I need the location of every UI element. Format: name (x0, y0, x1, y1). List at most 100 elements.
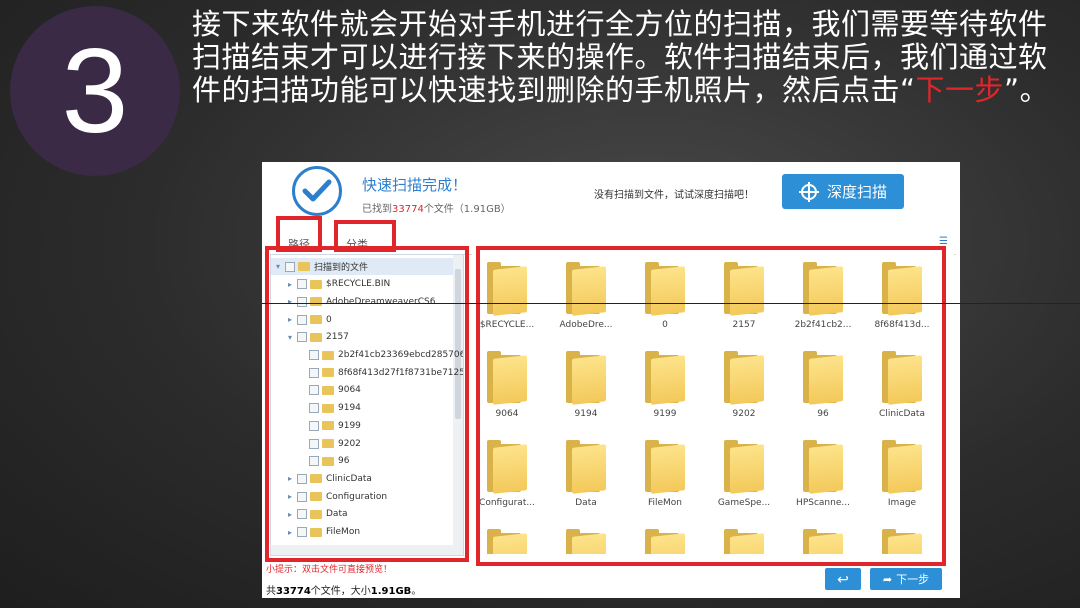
status-count: 33774 (392, 204, 424, 215)
tree-item-label: $RECYCLE.BIN (326, 279, 391, 290)
tree-checkbox[interactable] (309, 367, 319, 378)
scan-status-title: 快速扫描完成！ (362, 176, 468, 194)
tree-item[interactable]: ▾ 2157 (271, 329, 463, 346)
tree-item-label: 9202 (338, 438, 361, 449)
folder-item[interactable]: Image (867, 434, 937, 522)
tree-root-item[interactable]: ▾ 扫描到的文件 (271, 258, 453, 275)
folder-item[interactable] (630, 523, 700, 554)
folder-icon (803, 351, 843, 405)
folder-item[interactable]: 9202 (709, 345, 779, 433)
tree-item-label: AdobeDreamweaverCS6 (326, 296, 436, 307)
expand-toggle-icon[interactable]: ▸ (285, 280, 295, 289)
next-step-button[interactable]: ➦ 下一步 (870, 568, 942, 590)
tree-item[interactable]: 9194 (271, 400, 463, 417)
folder-item[interactable]: ClinicData (867, 345, 937, 433)
folder-item[interactable]: 8f68f413d... (867, 256, 937, 344)
tree-checkbox[interactable] (297, 332, 307, 343)
tree-checkbox[interactable] (297, 509, 307, 520)
tree-checkbox[interactable] (297, 473, 307, 484)
tree-item[interactable]: 9199 (271, 417, 463, 434)
back-button[interactable]: ↩ (825, 568, 861, 590)
tree-item[interactable]: ▸ 0 (271, 311, 463, 328)
folder-item[interactable]: 9199 (630, 345, 700, 433)
tree-item[interactable]: 8f68f413d27f1f8731be71254a (271, 364, 463, 381)
folder-item[interactable]: GameSpe... (709, 434, 779, 522)
folder-item[interactable]: 0 (630, 256, 700, 344)
folder-item[interactable]: 9064 (472, 345, 542, 433)
expand-toggle-icon[interactable]: ▸ (285, 492, 295, 501)
tree-item[interactable]: 2b2f41cb23369ebcd2857062 (271, 347, 463, 364)
folder-item[interactable]: 96 (788, 345, 858, 433)
folder-icon (803, 529, 843, 554)
folder-item[interactable]: Data (551, 434, 621, 522)
folder-item[interactable]: $RECYCLE... (472, 256, 542, 344)
tree-item[interactable]: 9202 (271, 435, 463, 452)
folder-tree[interactable]: ▾ 扫描到的文件 ▸ $RECYCLE.BIN ▸ AdobeDreamweaverCS6… (270, 254, 464, 556)
folder-item[interactable] (867, 523, 937, 554)
folder-item[interactable]: 9194 (551, 345, 621, 433)
tree-item[interactable]: ▸ $RECYCLE.BIN (271, 276, 463, 293)
tree-checkbox[interactable] (309, 438, 319, 449)
tree-checkbox[interactable] (297, 314, 307, 325)
folder-item[interactable] (788, 523, 858, 554)
tree-checkbox[interactable] (297, 527, 307, 537)
tree-item[interactable]: ▸ ClinicData (271, 470, 463, 487)
tree-checkbox[interactable] (309, 350, 319, 360)
tab-category[interactable]: 分类 (346, 236, 368, 252)
tree-item[interactable]: ▸ Configuration (271, 488, 463, 505)
folder-item[interactable]: 2b2f41cb2... (788, 256, 858, 344)
tree-item[interactable]: 96 (271, 453, 463, 470)
folder-icon (645, 351, 685, 405)
folder-icon (882, 351, 922, 405)
folder-item[interactable] (472, 523, 542, 554)
expand-toggle-icon[interactable]: ▾ (273, 262, 283, 271)
list-view-icon[interactable]: ☰ (939, 236, 948, 247)
tree-item[interactable]: ▸ Data (271, 506, 463, 523)
tree-checkbox[interactable] (285, 261, 295, 272)
folder-name: Configurat... (479, 498, 535, 508)
instruction-end: ”。 (1004, 73, 1050, 107)
tree-item-label: ClinicData (326, 473, 372, 484)
tip-text: 小提示：双击文件可直接预览！ (266, 565, 393, 575)
folder-item[interactable]: FileMon (630, 434, 700, 522)
folder-name: Image (887, 498, 917, 508)
folder-item[interactable] (709, 523, 779, 554)
summary-size: 1.91GB (370, 586, 412, 597)
tree-checkbox[interactable] (297, 491, 307, 502)
folder-icon (724, 262, 764, 316)
tab-path[interactable]: 路径 (288, 236, 310, 252)
tree-item[interactable]: ▸ FileMon (271, 524, 463, 541)
tree-checkbox[interactable] (309, 385, 319, 396)
summary-count: 33774 (276, 586, 311, 597)
expand-toggle-icon[interactable]: ▸ (285, 510, 295, 519)
tree-item-label: 96 (338, 456, 350, 467)
folder-item[interactable]: HPScanne... (788, 434, 858, 522)
tree-checkbox[interactable] (309, 456, 319, 467)
expand-toggle-icon[interactable]: ▾ (285, 333, 295, 342)
folder-item[interactable]: Configurat... (472, 434, 542, 522)
deep-scan-button[interactable]: 深度扫描 (782, 174, 904, 209)
tree-checkbox[interactable] (309, 403, 319, 414)
folder-icon (310, 492, 322, 502)
tree-item-label: Data (326, 509, 348, 520)
summary-prefix: 共 (266, 586, 276, 597)
folder-icon (310, 527, 322, 537)
folder-item[interactable]: 2157 (709, 256, 779, 344)
folder-icon (310, 315, 322, 325)
folder-icon (882, 262, 922, 316)
tree-horizontal-scrollbar[interactable] (271, 545, 453, 555)
folder-grid: $RECYCLE... AdobeDre... 0 2157 2b2f41cb2... 8… (472, 254, 954, 554)
folder-name: $RECYCLE... (479, 320, 535, 330)
expand-toggle-icon[interactable]: ▸ (285, 474, 295, 483)
expand-toggle-icon[interactable]: ▸ (285, 528, 295, 537)
tree-item[interactable]: ▸ AdobeDreamweaverCS6 (271, 293, 463, 310)
tree-item[interactable]: 9064 (271, 382, 463, 399)
expand-toggle-icon[interactable]: ▸ (285, 315, 295, 324)
tree-checkbox[interactable] (297, 279, 307, 290)
folder-icon (310, 297, 322, 307)
tree-checkbox[interactable] (309, 420, 319, 431)
tree-checkbox[interactable] (297, 296, 307, 307)
folder-item[interactable] (551, 523, 621, 554)
folder-item[interactable]: AdobeDre... (551, 256, 621, 344)
expand-toggle-icon[interactable]: ▸ (285, 297, 295, 306)
